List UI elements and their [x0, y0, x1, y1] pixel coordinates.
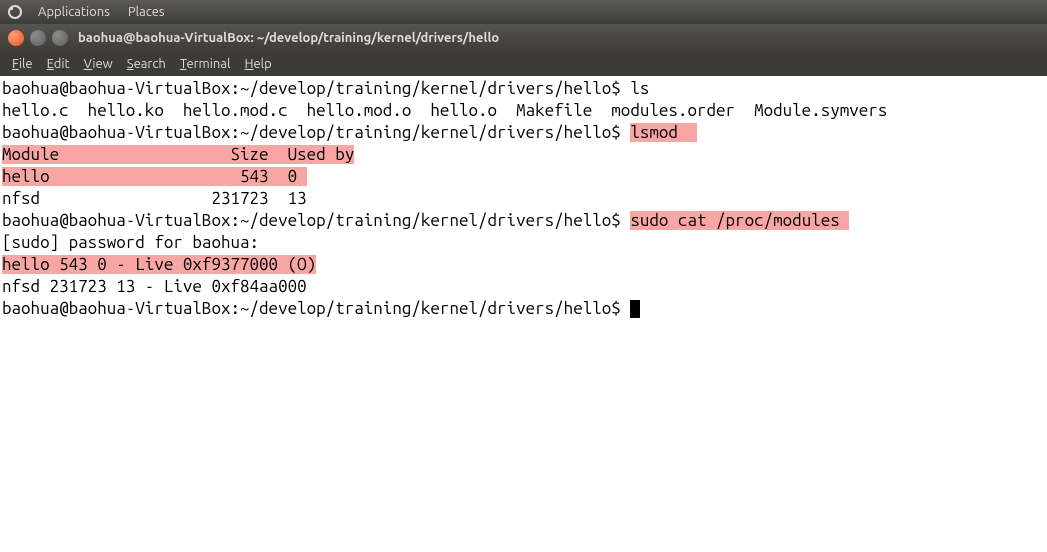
close-icon[interactable]: [8, 30, 24, 46]
prompt: baohua@baohua-VirtualBox:~/develop/train…: [2, 79, 630, 98]
prompt: baohua@baohua-VirtualBox:~/develop/train…: [2, 299, 630, 318]
prompt: baohua@baohua-VirtualBox:~/develop/train…: [2, 123, 630, 142]
minimize-icon[interactable]: [30, 30, 46, 46]
cursor-icon: [630, 300, 640, 318]
window-title: baohua@baohua-VirtualBox: ~/develop/trai…: [78, 31, 499, 45]
proc-hello: hello 543 0 - Live 0xf9377000 (O): [2, 255, 316, 274]
sudo-prompt: [sudo] password for baohua:: [2, 232, 1045, 254]
window-controls: [8, 30, 68, 46]
applications-menu[interactable]: Applications: [30, 5, 118, 19]
title-bar[interactable]: baohua@baohua-VirtualBox: ~/develop/trai…: [0, 24, 1047, 52]
ubuntu-logo-icon: [8, 5, 22, 19]
lsmod-header: Module Size Used by: [2, 145, 354, 164]
lsmod-row-hello: hello 543 0: [2, 167, 307, 186]
menu-help[interactable]: Help: [238, 55, 277, 73]
cmd-ls: ls: [630, 79, 649, 98]
lsmod-row-nfsd: nfsd 231723 13: [2, 188, 1045, 210]
cmd-cat: sudo cat /proc/modules: [630, 211, 849, 230]
places-menu[interactable]: Places: [120, 5, 173, 19]
menu-view[interactable]: View: [78, 55, 119, 73]
menu-search[interactable]: Search: [121, 55, 172, 73]
terminal-window: baohua@baohua-VirtualBox: ~/develop/trai…: [0, 24, 1047, 552]
menu-file[interactable]: File: [6, 55, 39, 73]
menu-terminal[interactable]: Terminal: [174, 55, 237, 73]
menu-bar: File Edit View Search Terminal Help: [0, 52, 1047, 76]
menu-edit[interactable]: Edit: [41, 55, 76, 73]
prompt: baohua@baohua-VirtualBox:~/develop/train…: [2, 211, 630, 230]
gnome-top-panel: Applications Places: [0, 0, 1047, 24]
maximize-icon[interactable]: [52, 30, 68, 46]
proc-nfsd: nfsd 231723 13 - Live 0xf84aa000: [2, 276, 1045, 298]
cmd-lsmod: lsmod: [630, 123, 697, 142]
ls-output: hello.c hello.ko hello.mod.c hello.mod.o…: [2, 100, 1045, 122]
terminal-content[interactable]: baohua@baohua-VirtualBox:~/develop/train…: [0, 76, 1047, 552]
